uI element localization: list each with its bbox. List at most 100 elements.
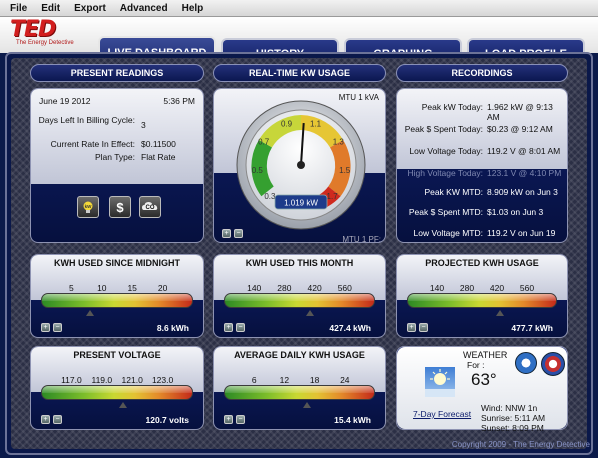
gauge-value: 477.7 kWh [511, 323, 553, 333]
temperature: 63° [471, 370, 497, 389]
zoom-in-button[interactable]: + [224, 323, 233, 332]
zoom-out-button[interactable]: − [419, 323, 428, 332]
menu-edit[interactable]: Edit [41, 3, 60, 14]
menu-bar: File Edit Export Advanced Help [0, 0, 598, 17]
zoom-out-button[interactable]: − [234, 229, 243, 238]
ted-logo: TED The Energy Detective [10, 19, 90, 49]
gauge-tick-label: 123.0 [151, 375, 174, 385]
bulb-icon[interactable]: kW [77, 196, 99, 218]
recording-label: Low Voltage Today: [409, 146, 483, 156]
menu-help[interactable]: Help [182, 3, 204, 14]
noaa-icon [515, 352, 537, 374]
dial-tick-label: 1.7 [327, 192, 339, 201]
usage-gauge-bar [224, 293, 375, 308]
gauge-tick-label: 24 [340, 375, 350, 385]
gauge-tick-label: 420 [489, 283, 505, 293]
recording-value: $0.23 @ 9:12 AM [487, 124, 553, 134]
dial-tick-label: 0.3 [264, 192, 276, 201]
menu-advanced[interactable]: Advanced [120, 3, 168, 14]
dial-tick-label: 0.7 [258, 138, 270, 147]
zoom-out-button[interactable]: − [53, 323, 62, 332]
sunset-text: Sunset: 8:09 PM [481, 423, 544, 433]
gauge-tick-label: 420 [307, 283, 322, 293]
zoom-in-button[interactable]: + [41, 415, 50, 424]
gauge-marker [85, 310, 94, 316]
gauge-tick-label: 140 [429, 283, 445, 293]
gauge-tick-label: 280 [277, 283, 292, 293]
logo-tagline: The Energy Detective [16, 40, 74, 46]
recording-value: 119.2 V on Jun 19 [487, 228, 556, 238]
recording-value: $1.03 on Jun 3 [487, 207, 544, 217]
gauge-tick-label: 560 [337, 283, 352, 293]
dial-tick-label: 0.5 [252, 166, 264, 175]
usage-gauge-bar [41, 385, 193, 400]
recording-label: Peak $ Spent Today: [404, 124, 483, 134]
zoom-in-button[interactable]: + [407, 323, 416, 332]
present-readings-panel: June 19 2012 5:36 PM Days Left In Billin… [30, 88, 204, 243]
gauge-tick-label: 560 [519, 283, 535, 293]
kwh-month-title: KWH USED THIS MONTH [245, 258, 354, 268]
voltage-title: PRESENT VOLTAGE [73, 350, 161, 360]
kw-dial: 0.3 0.5 0.7 0.9 1.1 1.3 1.5 1.7 1.019 kW [236, 100, 366, 230]
usage-gauge-bar [407, 293, 557, 308]
recording-label: Peak $ Spent MTD: [408, 207, 483, 217]
gauge-value: 15.4 kWh [334, 415, 371, 425]
dial-value: 1.019 kW [284, 199, 318, 208]
menu-file[interactable]: File [10, 3, 27, 14]
zoom-in-button[interactable]: + [222, 229, 231, 238]
zoom-out-button[interactable]: − [236, 323, 245, 332]
days-left-label: Days Left In Billing Cycle: [38, 115, 135, 125]
menu-export[interactable]: Export [74, 3, 106, 14]
gauge-value: 427.4 kWh [329, 323, 371, 333]
header: TED The Energy Detective LIVE DASHBOARD … [0, 17, 598, 68]
gauge-tick-label: 10 [97, 283, 107, 293]
co2-label: CO [145, 205, 155, 211]
gauge-value: 120.7 volts [145, 415, 189, 425]
weather-sky-icon [425, 367, 455, 397]
copyright-text: Copyright 2009 - The Energy Detective [451, 440, 590, 449]
gauge-tick-label: 18 [309, 375, 320, 385]
dial-tick-label: 0.9 [281, 120, 293, 129]
recordings-panel: Peak kW Today: 1.962 kW @ 9:13 AM Peak $ S… [396, 88, 568, 243]
recording-label: Low Voltage MTD: [413, 228, 483, 238]
gauge-tick-label: 5 [69, 283, 74, 293]
realtime-panel: MTU 1 kVA 0.3 0.5 0.7 0.9 1.1 1.3 1.5 1.7 1.019… [213, 88, 386, 243]
weather-panel: WEATHER For : 63° 7-Day Forecast Wind: N… [396, 346, 568, 433]
wind-text: Wind: NNW 1n [481, 403, 538, 413]
days-left-value: 3 [141, 120, 146, 130]
gauge-tick-label: 15 [127, 283, 137, 293]
recording-value: 123.1 V @ 4:10 PM [487, 168, 562, 178]
recording-value: 1.962 kW @ 9:13 AM [487, 102, 553, 122]
zoom-out-button[interactable]: − [53, 415, 62, 424]
avg-daily-title: AVERAGE DAILY KWH USAGE [234, 350, 365, 360]
reading-date: June 19 2012 [39, 96, 91, 106]
recording-value: 8.909 kW on Jun 3 [487, 187, 558, 197]
dollar-icon[interactable]: $ [109, 196, 131, 218]
gauge-marker [306, 310, 315, 316]
gauge-tick-label: 280 [459, 283, 475, 293]
zoom-in-button[interactable]: + [224, 415, 233, 424]
logo-text: TED [10, 17, 56, 42]
gauge-value: 8.6 kWh [156, 323, 189, 333]
forecast-link[interactable]: 7-Day Forecast [413, 409, 471, 419]
plan-label: Plan Type: [94, 152, 135, 162]
gauge-marker [119, 402, 128, 408]
gauge-tick-label: 12 [279, 375, 290, 385]
co2-icon[interactable]: CO [139, 196, 161, 218]
kwh-midnight-title: KWH USED SINCE MIDNIGHT [54, 258, 180, 268]
sunrise-text: Sunrise: 5:11 AM [481, 413, 546, 423]
zoom-out-button[interactable]: − [236, 415, 245, 424]
zoom-in-button[interactable]: + [41, 323, 50, 332]
present-readings-header: PRESENT READINGS [30, 64, 204, 82]
rate-label: Current Rate In Effect: [50, 139, 135, 149]
recording-label: High Voltage MTD: [399, 240, 483, 242]
gauge-tick-label: 121.0 [121, 375, 143, 385]
nws-icon [541, 352, 565, 376]
gauge-tick-label: 119.0 [91, 375, 113, 385]
gauge-tick-label: 140 [247, 283, 262, 293]
rate-value: $0.11500 [141, 139, 176, 149]
dial-tick-label: 1.1 [310, 120, 322, 129]
recording-label: High Voltage Today: [407, 168, 483, 178]
reading-time: 5:36 PM [163, 96, 195, 106]
dial-tick-label: 1.5 [339, 166, 351, 175]
